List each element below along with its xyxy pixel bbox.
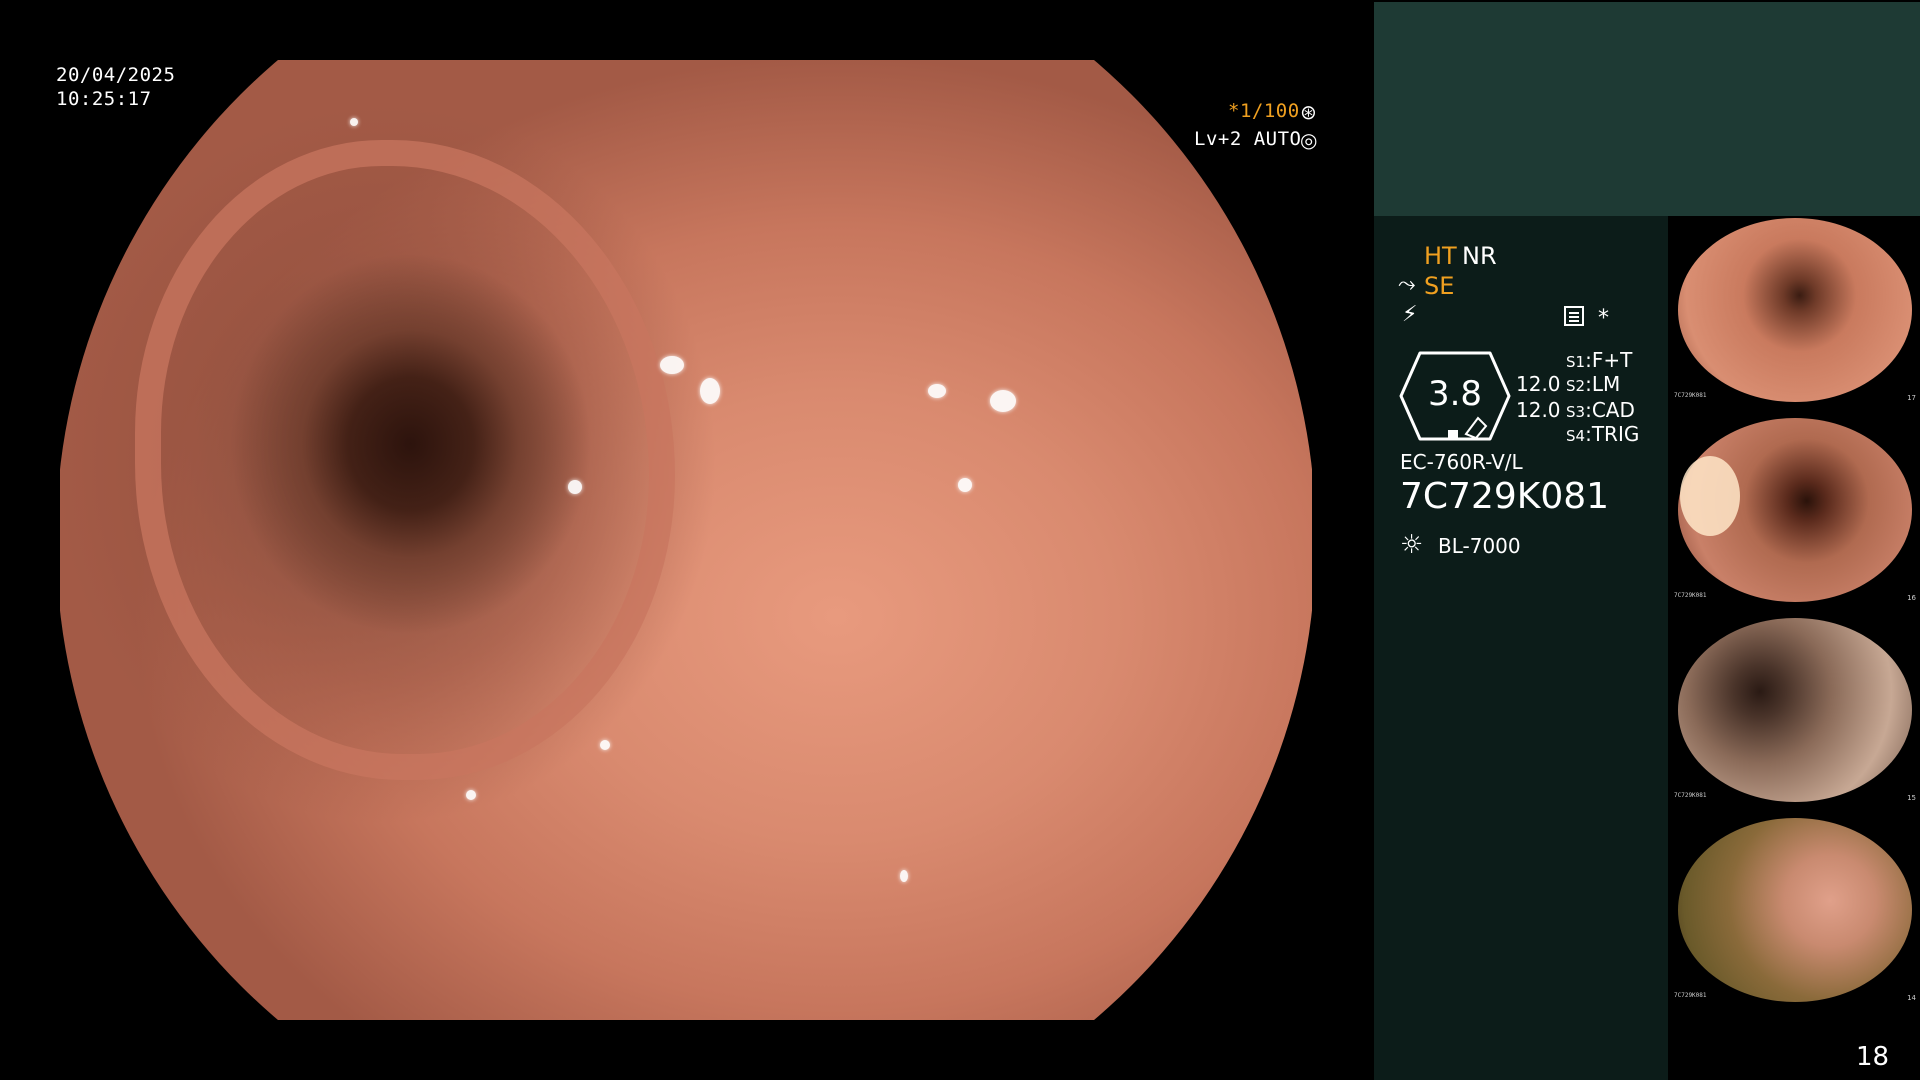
switch-2: S2:LM [1566, 372, 1621, 396]
switch-3: S3:CAD [1566, 398, 1635, 422]
scope-model: EC-760R-V/L [1400, 450, 1523, 474]
ratio-value-1: 12.0 [1516, 372, 1561, 396]
thumbnail-label: 7C729K081 [1674, 992, 1707, 999]
shutter-speed: *1/100 [1228, 100, 1300, 122]
ratio-value-2: 12.0 [1516, 398, 1561, 422]
thumbnail-image [1678, 618, 1912, 802]
switch-key: S1 [1566, 353, 1586, 371]
menu-icon [1564, 306, 1584, 326]
curve-icon: ⤳ [1398, 272, 1416, 297]
thumbnail-14[interactable]: 7C729K081 14 [1670, 816, 1920, 1004]
specular-highlight [928, 384, 946, 398]
light-source-icon: ☼ [1400, 530, 1424, 560]
specular-highlight [568, 480, 582, 494]
enhancement-value: 3.8 [1427, 374, 1483, 414]
image-count: 18 [1856, 1042, 1890, 1072]
info-panel [1374, 216, 1668, 1080]
thumbnail-image [1678, 818, 1912, 1002]
specular-highlight [900, 870, 908, 882]
ht-indicator: HT [1424, 242, 1457, 270]
light-source: BL-7000 [1438, 534, 1521, 558]
specular-highlight [466, 790, 476, 800]
specular-highlight [958, 478, 972, 492]
switch-key: S3 [1566, 403, 1586, 421]
switch-4: S4:TRIG [1566, 422, 1640, 446]
switch-key: S2 [1566, 377, 1586, 395]
time-text: 10:25:17 [56, 88, 152, 110]
switch-key: S4 [1566, 427, 1586, 445]
thumbnail-label: 7C729K081 [1674, 392, 1707, 399]
thumbnail-number: 17 [1907, 394, 1916, 402]
thumbnail-label: 7C729K081 [1674, 592, 1707, 599]
flash-icon: ⚡ [1402, 302, 1418, 327]
switch-1: S1:F+T [1566, 348, 1633, 372]
iris-icon: ◎ [1300, 128, 1318, 152]
endoscope-view [60, 60, 1312, 1020]
info-panel-header [1374, 2, 1920, 216]
specular-highlight [600, 740, 610, 750]
thumbnail-image [1678, 218, 1912, 402]
switch-value: LM [1591, 372, 1621, 396]
scope-serial: 7C729K081 [1400, 476, 1610, 517]
thumbnail-label: 7C729K081 [1674, 792, 1707, 799]
switch-value: F+T [1591, 348, 1633, 372]
thumbnail-16[interactable]: 7C729K081 16 [1670, 416, 1920, 604]
thumbnail-15[interactable]: 7C729K081 15 [1670, 616, 1920, 804]
specular-highlight [660, 356, 684, 374]
specular-highlight [350, 118, 358, 126]
thumbnail-number: 15 [1907, 794, 1916, 802]
thumbnail-17[interactable]: 7C729K081 17 [1670, 216, 1920, 404]
star-indicator: * [1598, 306, 1609, 331]
nr-indicator: NR [1462, 242, 1497, 270]
thumbnail-number: 14 [1907, 994, 1916, 1002]
switch-value: CAD [1591, 398, 1635, 422]
aperture-icon: ⊛ [1300, 100, 1317, 124]
se-indicator: SE [1424, 272, 1455, 300]
thumbnail-number: 16 [1907, 594, 1916, 602]
date-text: 20/04/2025 [56, 64, 176, 86]
specular-highlight [990, 390, 1016, 412]
specular-highlight [700, 378, 720, 404]
switch-value: TRIG [1591, 422, 1640, 446]
thumbnail-glare [1680, 456, 1740, 536]
brightness-level: Lv+2 AUTO [1194, 128, 1302, 150]
